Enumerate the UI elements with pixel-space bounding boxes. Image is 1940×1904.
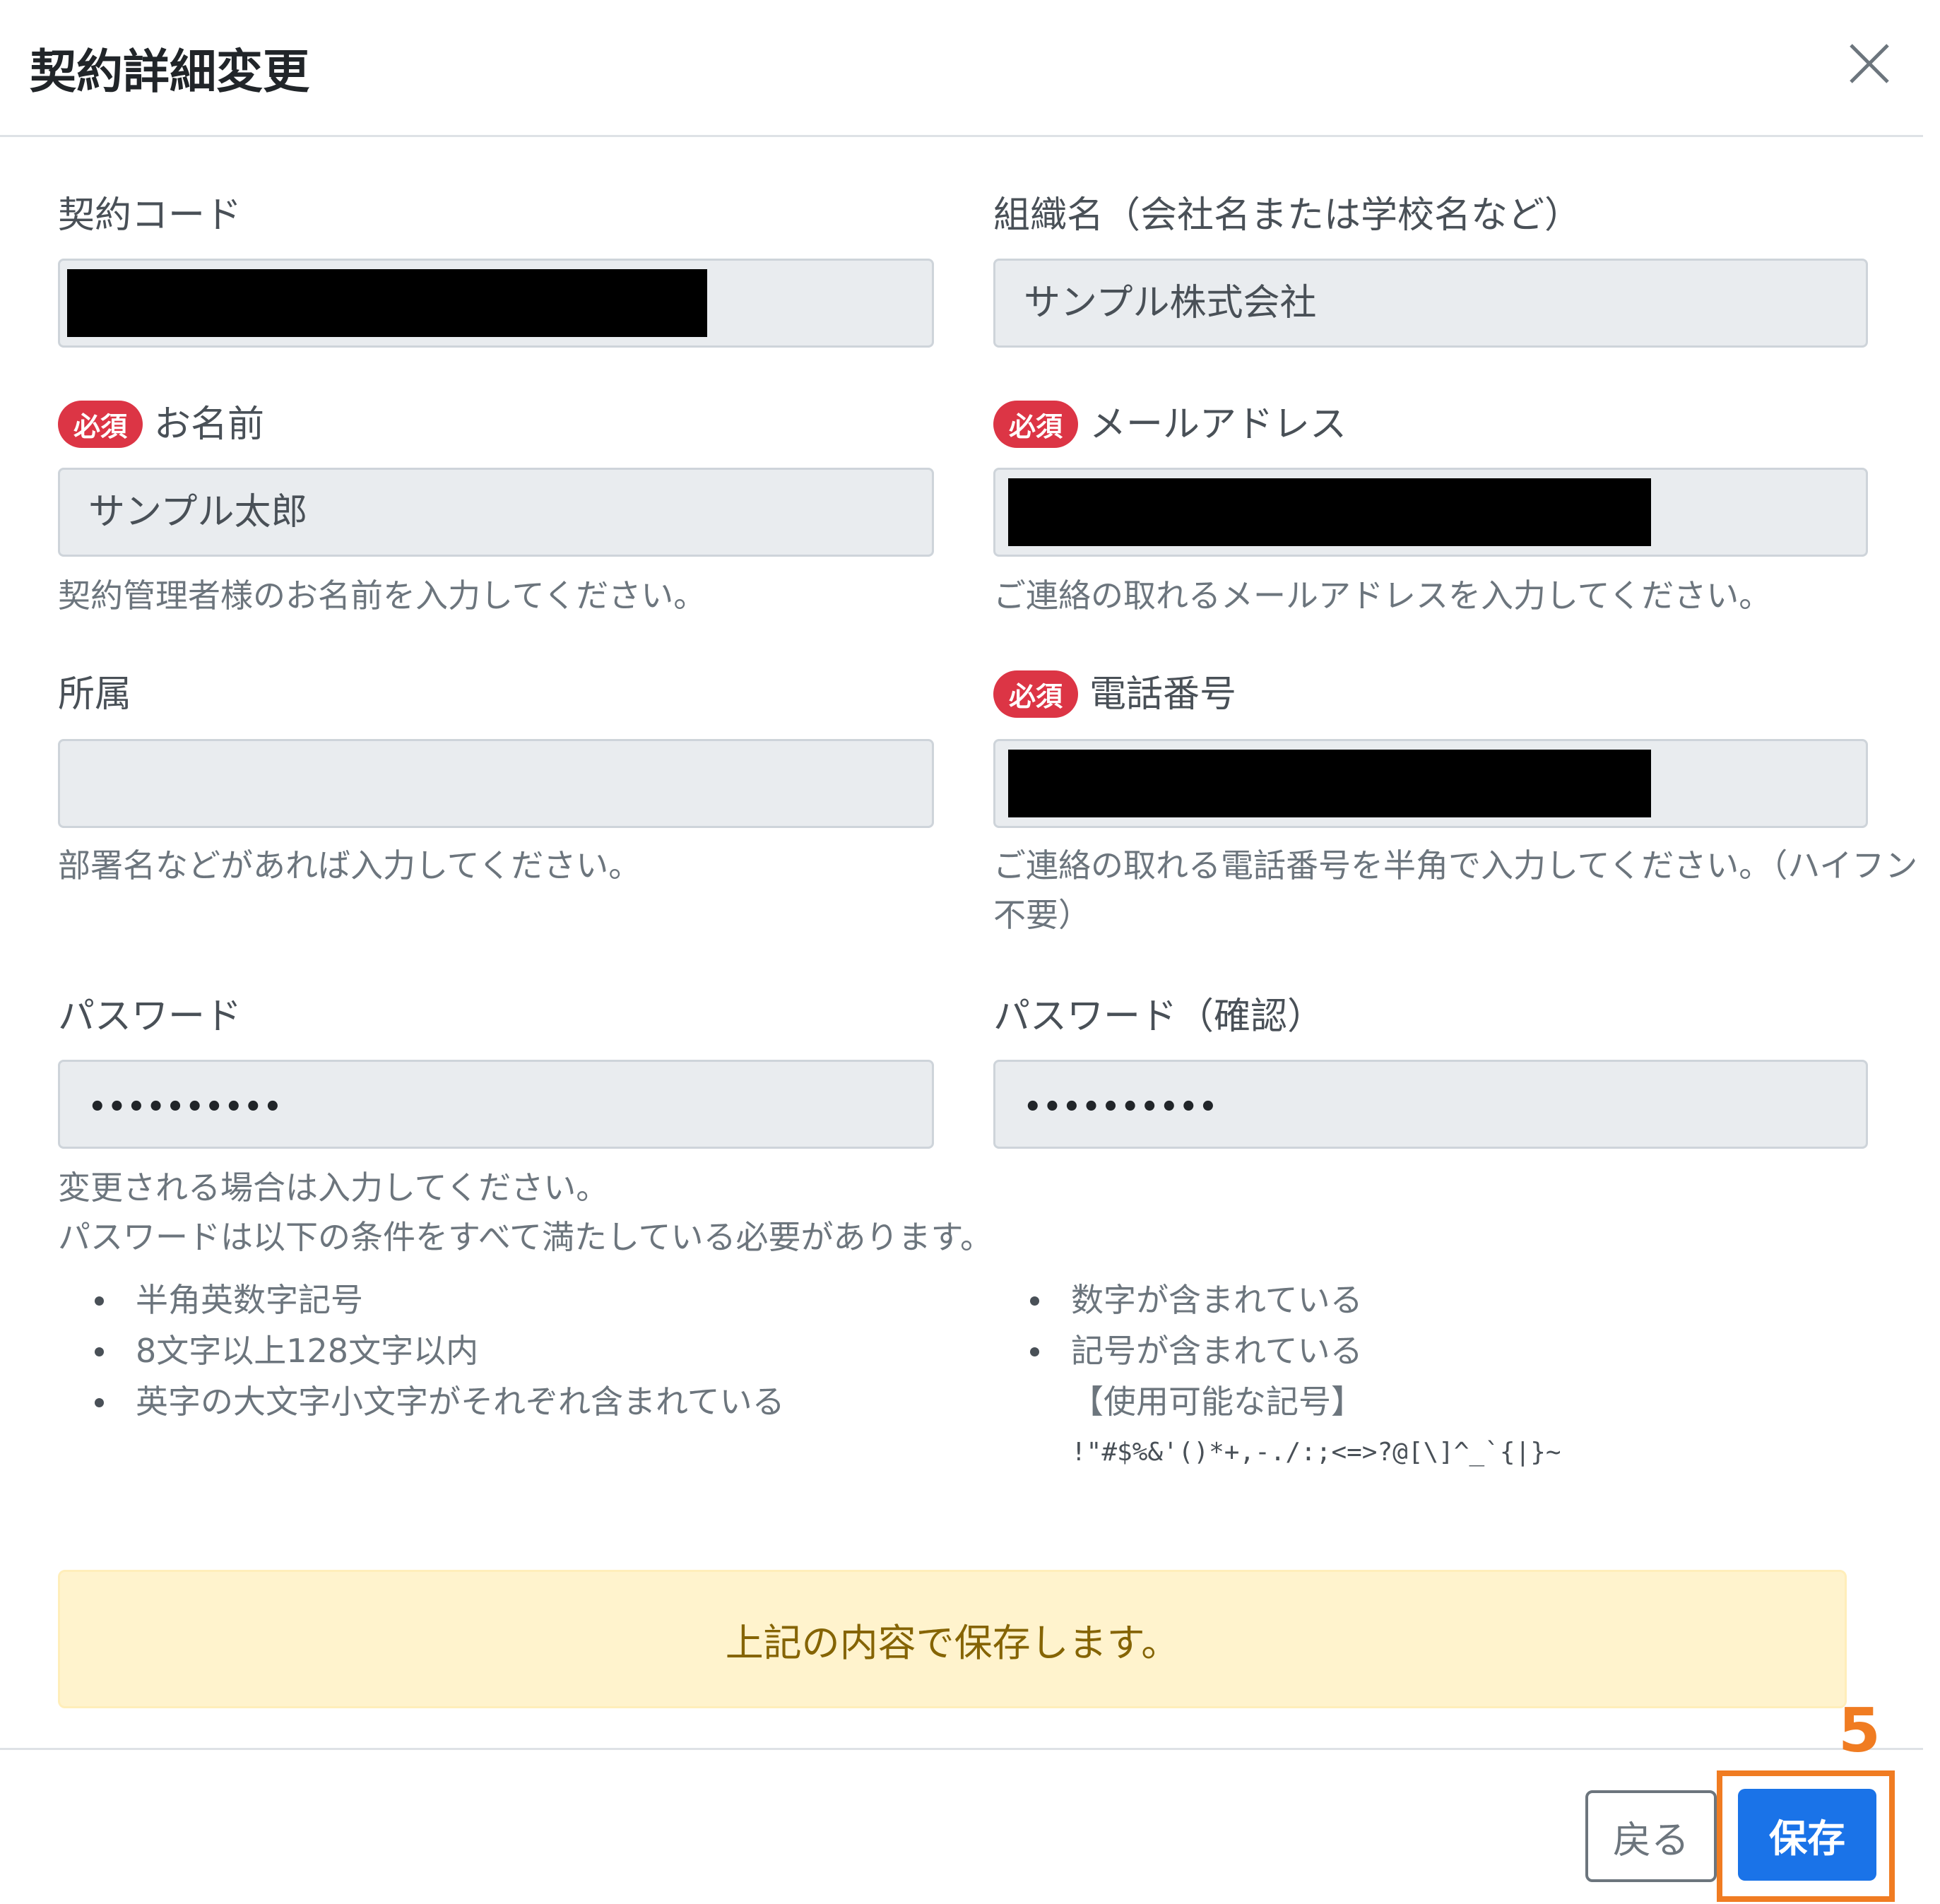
contract-code-field[interactable] <box>58 259 934 348</box>
org-name-field[interactable]: サンプル株式会社 <box>993 259 1868 348</box>
phone-label-row: 必須 電話番号 <box>993 664 1236 721</box>
password-help-line2: パスワードは以下の条件をすべて満たしている必要があります。 <box>58 1218 993 1256</box>
required-badge: 必須 <box>993 400 1079 448</box>
password-value: •••••••••• <box>88 1091 283 1123</box>
phone-help-line1: ご連絡の取れる電話番号を半角で入力してください。（ハイフン <box>993 846 1918 885</box>
name-label: お名前 <box>154 403 265 446</box>
name-label-row: 必須 お名前 <box>58 394 264 451</box>
list-item: 8文字以上128文字以内 <box>58 1325 785 1376</box>
name-help: 契約管理者様のお名前を入力してください。 <box>58 576 706 615</box>
phone-field[interactable] <box>993 739 1868 828</box>
redaction-block <box>1008 478 1651 546</box>
phone-help: ご連絡の取れる電話番号を半角で入力してください。（ハイフン 不要） <box>993 841 1917 940</box>
email-label-row: 必須 メールアドレス <box>993 394 1347 451</box>
back-button[interactable]: 戻る <box>1585 1790 1717 1882</box>
password-help: 変更される場合は入力してください。 パスワードは以下の条件をすべて満たしている必… <box>58 1163 993 1262</box>
password-confirm-label: パスワード（確認） <box>993 995 1325 1038</box>
org-name-value: サンプル株式会社 <box>1024 282 1317 324</box>
contract-code-label: 契約コード <box>58 194 242 237</box>
redaction-block <box>67 269 707 337</box>
password-field[interactable]: •••••••••• <box>58 1060 934 1149</box>
list-item: 記号が含まれている <box>993 1325 1561 1376</box>
list-item: 数字が含まれている <box>993 1275 1561 1325</box>
modal-title: 契約詳細変更 <box>30 45 309 99</box>
org-name-label: 組織名（会社名または学校名など） <box>993 194 1582 237</box>
email-field[interactable] <box>993 468 1868 557</box>
department-field[interactable] <box>58 739 934 828</box>
list-item: 半角英数字記号 <box>58 1275 785 1325</box>
allowed-symbols-label: 【使用可能な記号】 <box>1071 1383 1364 1421</box>
redaction-block <box>1008 750 1651 817</box>
password-confirm-field[interactable]: •••••••••• <box>993 1060 1868 1149</box>
modal-header: 契約詳細変更 <box>0 0 1923 137</box>
annotation-highlight-box <box>1717 1770 1895 1902</box>
phone-label: 電話番号 <box>1089 673 1237 716</box>
name-value: サンプル太郎 <box>88 491 308 533</box>
email-label: メールアドレス <box>1089 403 1347 446</box>
password-rules-right: 数字が含まれている 記号が含まれている 【使用可能な記号】 !"#$%&'()*… <box>993 1275 1561 1478</box>
close-icon <box>1850 44 1889 83</box>
required-badge: 必須 <box>993 670 1079 718</box>
name-field[interactable]: サンプル太郎 <box>58 468 934 557</box>
department-label: 所属 <box>58 673 132 716</box>
email-help: ご連絡の取れるメールアドレスを入力してください。 <box>993 576 1772 615</box>
alert-text: 上記の内容で保存します。 <box>725 1620 1180 1665</box>
list-item: 英字の大文字小文字がそれぞれ含まれている <box>58 1376 785 1427</box>
password-rules-left: 半角英数字記号 8文字以上128文字以内 英字の大文字小文字がそれぞれ含まれてい… <box>58 1275 785 1427</box>
required-badge: 必須 <box>58 400 143 448</box>
contract-edit-modal: 契約詳細変更 契約コード 組織名（会社名または学校名など） サンプル株式会社 必… <box>0 0 1940 1904</box>
allowed-symbols: !"#$%&'()*+,-./:;<=>?@[\]^_`{|}~ <box>1071 1438 1561 1467</box>
phone-help-line2: 不要） <box>993 896 1091 934</box>
password-confirm-value: •••••••••• <box>1024 1091 1219 1123</box>
password-label: パスワード <box>58 995 242 1038</box>
password-help-line1: 変更される場合は入力してください。 <box>58 1169 609 1207</box>
annotation-step-number: 5 <box>1838 1696 1881 1766</box>
confirm-alert: 上記の内容で保存します。 <box>58 1570 1847 1708</box>
close-button[interactable] <box>1841 35 1898 92</box>
department-help: 部署名などがあれば入力してください。 <box>58 846 641 885</box>
footer-divider <box>0 1748 1923 1750</box>
